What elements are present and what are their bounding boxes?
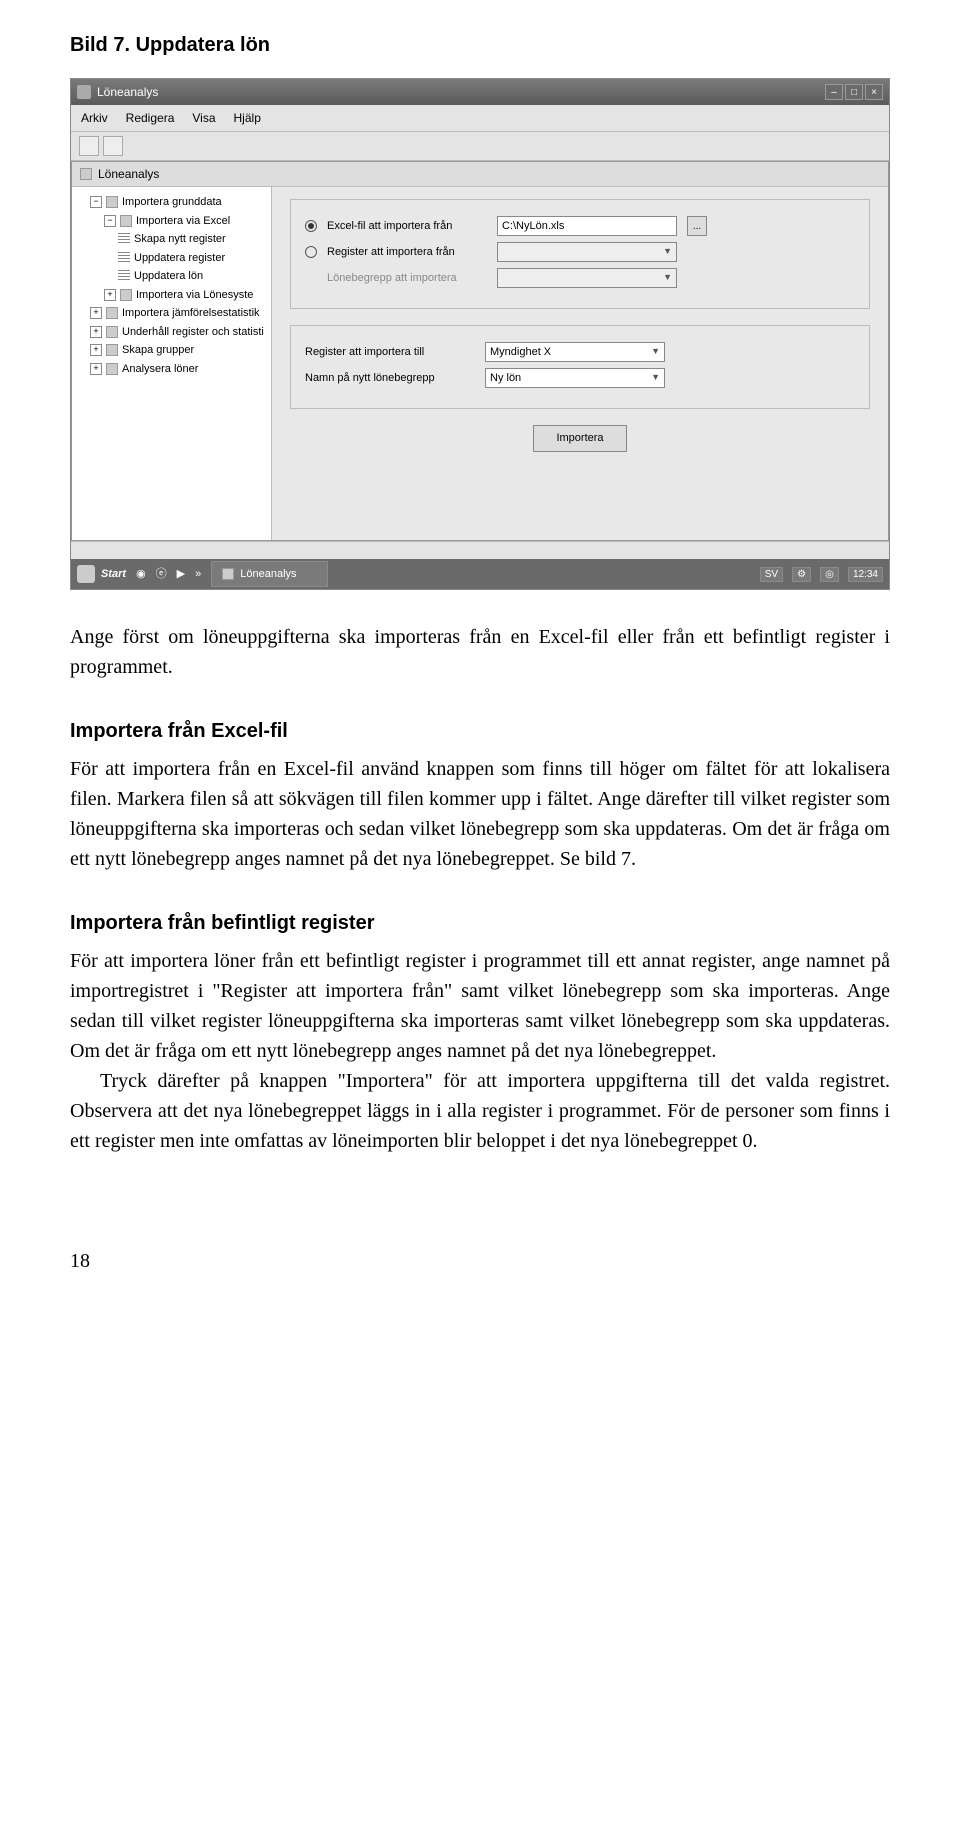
section-body-register-2: Tryck därefter på knappen "Importera" fö…: [70, 1066, 890, 1156]
start-button[interactable]: Start: [77, 565, 126, 583]
radio-excel-label: Excel-fil att importera från: [327, 218, 487, 235]
radio-register-label: Register att importera från: [327, 244, 487, 261]
app-screenshot: Löneanalys – □ × Arkiv Redigera Visa Hjä…: [70, 78, 890, 590]
tree-item[interactable]: +Analysera löner: [76, 360, 267, 379]
tree-item[interactable]: Uppdatera lön: [76, 267, 267, 286]
menu-arkiv[interactable]: Arkiv: [81, 109, 108, 127]
taskbar-task[interactable]: Löneanalys: [211, 561, 327, 588]
taskbar: Start ◉ ⓔ ▶ » Löneanalys SV ⚙ ◎ 12:34: [71, 559, 889, 589]
lonebegrepp-import-label: Lönebegrepp att importera: [327, 270, 487, 287]
register-to-combo[interactable]: Myndighet X▼: [485, 342, 665, 362]
window-title: Löneanalys: [97, 83, 158, 101]
minimize-button[interactable]: –: [825, 84, 843, 100]
import-button[interactable]: Importera: [533, 425, 626, 452]
tray-icon[interactable]: ⚙: [792, 567, 811, 582]
menu-hjalp[interactable]: Hjälp: [234, 109, 261, 127]
language-indicator[interactable]: SV: [760, 567, 783, 582]
task-icon: [222, 568, 234, 580]
toolbar-button-1[interactable]: [79, 136, 99, 156]
lonebegrepp-import-combo: ▼: [497, 268, 677, 288]
page-number: 18: [70, 1246, 890, 1276]
tree-item[interactable]: +Importera via Lönesyste: [76, 286, 267, 305]
tree-item[interactable]: +Underhåll register och statisti: [76, 323, 267, 342]
tree-item[interactable]: Uppdatera register: [76, 249, 267, 268]
tray-icon[interactable]: ◎: [820, 567, 839, 582]
subwindow-title: Löneanalys: [98, 165, 159, 183]
tree-item[interactable]: +Importera jämförelsestatistik: [76, 304, 267, 323]
tree-item[interactable]: +Skapa grupper: [76, 341, 267, 360]
form-panel: Excel-fil att importera från C:\NyLön.xl…: [272, 187, 888, 540]
browse-button[interactable]: ...: [687, 216, 707, 236]
tree-item[interactable]: −Importera grunddata: [76, 193, 267, 212]
register-from-combo[interactable]: ▼: [497, 242, 677, 262]
excel-path-field[interactable]: C:\NyLön.xls: [497, 216, 677, 236]
toolbar-button-2[interactable]: [103, 136, 123, 156]
figure-caption: Bild 7. Uppdatera lön: [70, 30, 890, 60]
menubar: Arkiv Redigera Visa Hjälp: [71, 105, 889, 132]
statusbar: [71, 541, 889, 559]
register-to-label: Register att importera till: [305, 344, 475, 361]
quicklaunch-icon[interactable]: ⓔ: [156, 566, 167, 583]
window-titlebar: Löneanalys – □ ×: [71, 79, 889, 105]
tree-item[interactable]: −Importera via Excel: [76, 212, 267, 231]
maximize-button[interactable]: □: [845, 84, 863, 100]
subwindow-icon: [80, 168, 92, 180]
intro-paragraph: Ange först om löneuppgifterna ska import…: [70, 622, 890, 682]
tree-nav: −Importera grunddata −Importera via Exce…: [72, 187, 272, 540]
toolbar: [71, 132, 889, 161]
radio-excel[interactable]: [305, 220, 317, 232]
quicklaunch-icon[interactable]: ▶: [177, 566, 185, 583]
radio-register[interactable]: [305, 246, 317, 258]
section-heading-excel: Importera från Excel-fil: [70, 716, 890, 746]
section-heading-register: Importera från befintligt register: [70, 908, 890, 938]
section-body-register-1: För att importera löner från ett befintl…: [70, 946, 890, 1066]
tree-item[interactable]: Skapa nytt register: [76, 230, 267, 249]
name-new-label: Namn på nytt lönebegrepp: [305, 370, 475, 387]
windows-logo-icon: [77, 565, 95, 583]
close-button[interactable]: ×: [865, 84, 883, 100]
name-new-combo[interactable]: Ny lön▼: [485, 368, 665, 388]
quicklaunch-icon[interactable]: ◉: [136, 566, 146, 583]
menu-visa[interactable]: Visa: [192, 109, 215, 127]
clock: 12:34: [848, 567, 883, 582]
app-icon: [77, 85, 91, 99]
menu-redigera[interactable]: Redigera: [126, 109, 175, 127]
section-body-excel: För att importera från en Excel-fil anvä…: [70, 754, 890, 874]
